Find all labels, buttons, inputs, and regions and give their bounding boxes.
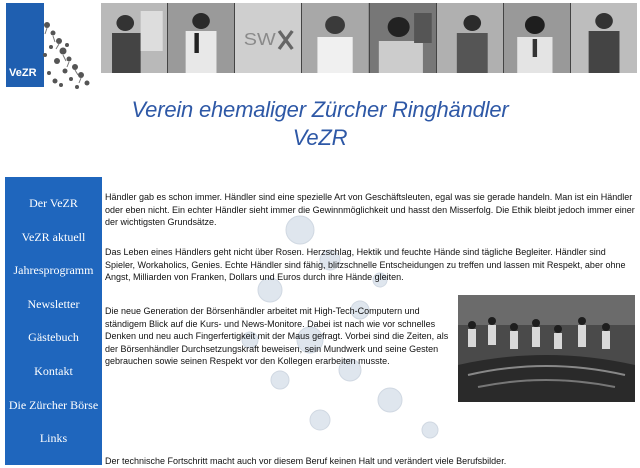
new-generation-paragraph: Die neue Generation der Börsenhändler ar… <box>105 306 449 367</box>
trader-photo <box>570 3 637 73</box>
nav-item-zuercher-boerse[interactable]: Die Zürcher Börse <box>5 389 102 423</box>
trader-photo <box>101 3 169 73</box>
nav-item-kontakt[interactable]: Kontakt <box>5 355 102 389</box>
photo-banner: SW <box>101 3 637 73</box>
sidebar-nav: Der VeZR VeZR aktuell Jahresprogramm New… <box>5 177 102 465</box>
trader-photo <box>503 3 571 73</box>
nav-item-der-vezr[interactable]: Der VeZR <box>5 187 102 221</box>
swx-sign-photo: SW <box>235 3 303 73</box>
page-title: Verein ehemaliger Zürcher Ringhändler Ve… <box>100 96 540 152</box>
logo-text: VeZR <box>9 67 37 79</box>
vezr-logo: VeZR <box>3 3 98 89</box>
trader-photo <box>436 3 504 73</box>
nav-item-gaestebuch[interactable]: Gästebuch <box>5 321 102 355</box>
trading-floor-photo <box>458 295 635 402</box>
trader-photo <box>168 3 236 73</box>
nav-item-jahresprogramm[interactable]: Jahresprogramm <box>5 254 102 288</box>
nav-item-vezr-aktuell[interactable]: VeZR aktuell <box>5 221 102 255</box>
trader-photo <box>302 3 370 73</box>
trader-life-paragraph: Das Leben eines Händlers geht nicht über… <box>105 247 626 283</box>
svg-text:SW: SW <box>244 30 276 50</box>
intro-paragraph: Händler gab es schon immer. Händler sind… <box>105 192 635 228</box>
page-title-line2: VeZR <box>292 125 348 150</box>
page-title-line1: Verein ehemaliger Zürcher Ringhändler <box>131 97 509 122</box>
nav-item-links[interactable]: Links <box>5 422 102 456</box>
progress-paragraph: Der technische Fortschritt macht auch vo… <box>105 456 507 466</box>
nav-item-newsletter[interactable]: Newsletter <box>5 288 102 322</box>
trader-photo <box>369 3 437 73</box>
